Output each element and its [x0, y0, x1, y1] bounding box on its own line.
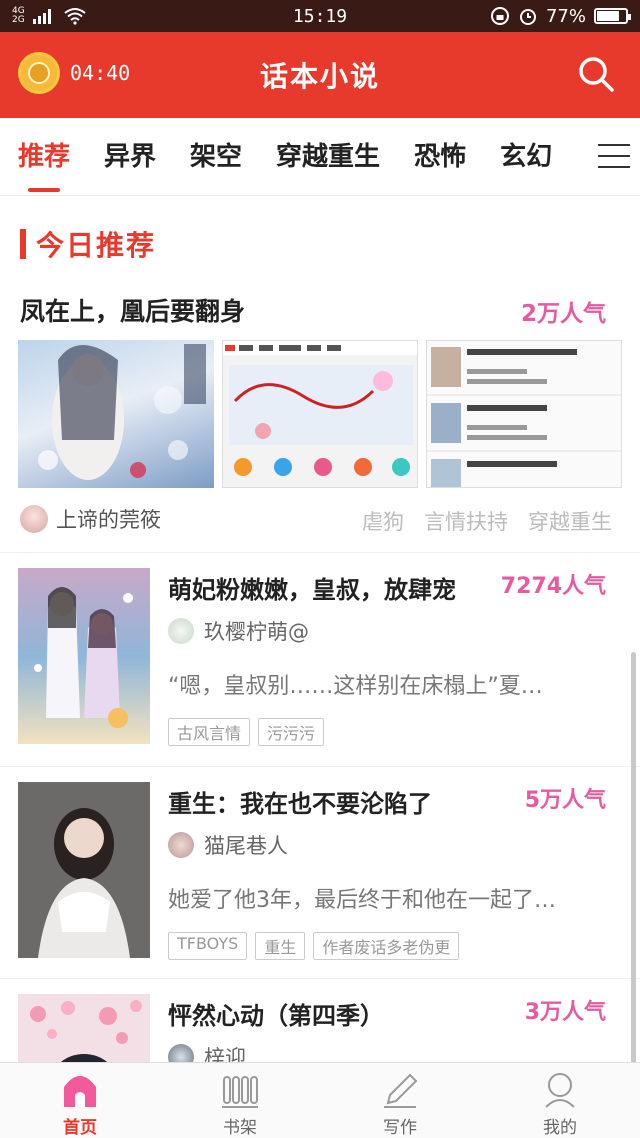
featured-screenshot-image[interactable] [222, 340, 418, 488]
bookshelf-icon [220, 1071, 260, 1109]
featured-popularity: 2万人气 [520, 301, 606, 327]
tab-horror[interactable]: 恐怖 [414, 118, 466, 196]
author-avatar [168, 618, 194, 644]
profile-icon [540, 1071, 580, 1109]
menu-icon[interactable] [598, 144, 630, 170]
nav-profile[interactable]: 我的 [480, 1063, 640, 1138]
book-title: 萌妃粉嫩嫩，皇叔，放肆宠 [168, 576, 456, 604]
book-item[interactable]: 萌妃粉嫩嫩，皇叔，放肆宠 7274人气 玖樱柠萌@ “嗯，皇叔别……这样别在床榻… [0, 552, 640, 762]
author-avatar [168, 1044, 194, 1062]
book-description: “嗯，皇叔别……这样别在床榻上”夏… [168, 674, 543, 699]
tab-time-travel[interactable]: 穿越重生 [276, 118, 380, 196]
book-tags: 古风言情 污污污 [168, 718, 325, 746]
nav-write-label: 写作 [383, 1118, 417, 1138]
book-title: 怦然心动（第四季） [168, 1002, 384, 1030]
section-marker [20, 229, 26, 259]
nav-home-label: 首页 [63, 1118, 97, 1138]
nav-profile-label: 我的 [543, 1118, 577, 1138]
author-name: 上谛的莞筱 [56, 508, 161, 532]
nav-write[interactable]: 写作 [320, 1063, 480, 1138]
book-item[interactable]: 怦然心动（第四季） 3万人气 梓迎 [0, 978, 640, 1062]
featured-title[interactable]: 凤在上，凰后要翻身 [20, 292, 245, 328]
nav-home[interactable]: 首页 [0, 1063, 160, 1138]
search-icon[interactable] [576, 54, 616, 94]
featured-cover-image[interactable] [18, 340, 214, 488]
lock-rotation-icon [490, 7, 509, 25]
book-tags: TFBOYS 重生 作者废话多老伪更 [168, 932, 460, 960]
book-cover [18, 568, 150, 744]
tag[interactable]: 古风言情 [168, 718, 251, 746]
book-author: 猫尾巷人 [168, 830, 288, 860]
pencil-icon [380, 1071, 420, 1109]
app-header: 04:40 话本小说 [0, 32, 640, 118]
section-header: 今日推荐 [20, 224, 156, 264]
tag[interactable]: 言情扶持 [424, 506, 508, 536]
author-name: 玖樱柠萌@ [204, 620, 309, 644]
featured-list-image[interactable] [426, 340, 622, 488]
book-author: 玖樱柠萌@ [168, 616, 309, 646]
author-avatar [20, 505, 48, 533]
network-type-bottom: 2G [12, 15, 25, 25]
book-popularity: 3万人气 [524, 1000, 606, 1025]
battery-icon [594, 8, 631, 24]
bottom-navigation: 首页 书架 写作 我的 [0, 1062, 640, 1138]
nav-bookshelf-label: 书架 [223, 1118, 257, 1138]
battery-level [597, 11, 619, 21]
book-item[interactable]: 重生：我在也不要沦陷了 5万人气 猫尾巷人 她爱了他3年，最后终于和他在一起了…… [0, 766, 640, 976]
tag[interactable]: 污污污 [258, 718, 325, 746]
app-title: 话本小说 [259, 60, 380, 93]
nav-bookshelf[interactable]: 书架 [160, 1063, 320, 1138]
author-avatar [168, 832, 194, 858]
tag[interactable]: 重生 [255, 932, 306, 960]
author-name: 梓迎 [204, 1046, 246, 1062]
clock: 15:19 [292, 5, 348, 27]
tab-fictional[interactable]: 架空 [190, 118, 242, 196]
featured-author[interactable]: 上谛的莞筱 [20, 504, 161, 534]
tag[interactable]: 穿越重生 [528, 506, 612, 536]
tab-fantasy[interactable]: 玄幻 [500, 118, 552, 196]
book-cover [18, 994, 150, 1062]
book-author: 梓迎 [168, 1042, 246, 1062]
scrollbar[interactable] [631, 652, 636, 1062]
tab-recommend[interactable]: 推荐 [18, 118, 70, 196]
book-description: 她爱了他3年，最后终于和他在一起了… [168, 888, 556, 913]
home-icon [60, 1071, 100, 1109]
tab-otherworld[interactable]: 异界 [104, 118, 156, 196]
status-bar: 4G 2G 15:19 77% [0, 0, 640, 32]
main-content: 今日推荐 凤在上，凰后要翻身 2万人气 上谛的莞筱 虐狗 言情扶持 穿越重生 萌… [0, 196, 640, 1062]
book-title: 重生：我在也不要沦陷了 [168, 790, 432, 818]
signal-icon [32, 9, 51, 24]
tag[interactable]: TFBOYS [168, 932, 248, 960]
featured-tags: 虐狗 言情扶持 穿越重生 [362, 506, 612, 536]
tag[interactable]: 作者废话多老伪更 [313, 932, 460, 960]
author-name: 猫尾巷人 [204, 834, 288, 858]
category-tabs: 推荐 异界 架空 穿越重生 恐怖 玄幻 [0, 118, 640, 196]
book-cover [18, 782, 150, 958]
tag[interactable]: 虐狗 [362, 506, 404, 536]
section-title: 今日推荐 [36, 229, 157, 262]
network-indicator: 4G 2G [12, 7, 25, 25]
book-popularity: 7274人气 [500, 574, 606, 599]
book-popularity: 5万人气 [524, 788, 606, 813]
wifi-icon [64, 8, 86, 25]
alarm-icon [519, 9, 536, 25]
battery-percent: 77% [545, 5, 586, 27]
